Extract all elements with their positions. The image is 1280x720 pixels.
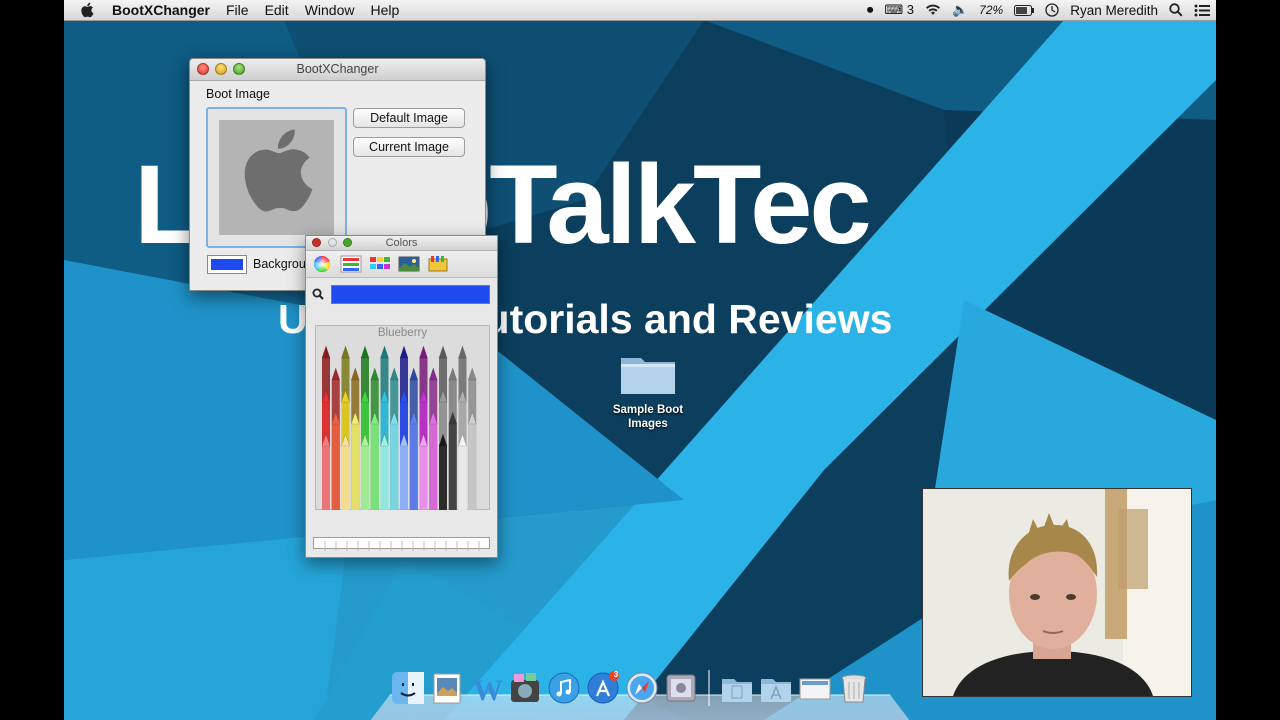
folder-label-line2: Images	[628, 418, 668, 430]
window-title: BootXChanger	[296, 62, 379, 76]
crayon[interactable]	[389, 411, 399, 510]
crayon[interactable]	[419, 433, 428, 510]
webcam-person-image	[923, 489, 1191, 696]
crayon[interactable]	[409, 411, 419, 510]
colors-zoom-button[interactable]	[343, 238, 352, 247]
volume-icon[interactable]: 🔈	[952, 2, 968, 18]
desktop-screen: LaptopTalkTec Updates, Tutorials and Rev…	[64, 0, 1216, 720]
magnifier-icon[interactable]	[312, 288, 324, 300]
color-wheel-icon[interactable]	[311, 254, 333, 274]
current-color-swatch[interactable]	[331, 285, 490, 304]
input-count: 3	[906, 2, 914, 17]
wifi-icon[interactable]	[925, 4, 941, 16]
crayon[interactable]	[370, 411, 380, 510]
crayon-box: Blueberry	[315, 325, 490, 510]
crayon[interactable]	[321, 433, 331, 510]
crayon[interactable]	[448, 411, 458, 510]
crayon[interactable]	[380, 433, 389, 510]
crayon[interactable]	[428, 411, 438, 510]
current-image-button[interactable]: Current Image	[353, 137, 465, 157]
dock: W 3	[390, 670, 872, 710]
menu-bar: BootXChanger File Edit Window Help ⏺ ⌨ 3…	[64, 0, 1216, 21]
trash-icon[interactable]	[836, 670, 872, 706]
color-favorites-bar[interactable]	[313, 537, 490, 551]
applications-stack-icon[interactable]	[758, 670, 794, 706]
battery-percent[interactable]: 72%	[979, 3, 1003, 17]
zoom-button[interactable]	[233, 63, 245, 75]
menu-edit[interactable]: Edit	[257, 2, 297, 18]
notification-center-icon[interactable]	[1194, 4, 1210, 17]
system-preferences-icon[interactable]	[663, 670, 699, 706]
favorites-cells	[324, 541, 480, 551]
crayon[interactable]	[331, 411, 341, 510]
preview-icon[interactable]	[429, 670, 465, 706]
boot-image-well[interactable]	[206, 107, 347, 248]
color-sliders-icon[interactable]	[340, 254, 362, 274]
colors-panel: Colors Blueberry	[305, 235, 498, 558]
color-palettes-icon[interactable]	[369, 254, 391, 274]
crayon[interactable]	[350, 411, 360, 510]
word-icon[interactable]: W	[468, 670, 504, 706]
color-search-row	[306, 285, 497, 307]
folder-icon	[621, 358, 675, 394]
menu-file[interactable]: File	[218, 2, 257, 18]
crayon[interactable]	[341, 433, 350, 510]
dock-separator	[708, 670, 710, 706]
documents-stack-icon[interactable]	[719, 670, 755, 706]
input-menu-icon[interactable]: ⌨ 3	[884, 2, 914, 18]
itunes-icon[interactable]	[546, 670, 582, 706]
window-titlebar[interactable]: BootXChanger	[190, 59, 485, 81]
webcam-overlay	[922, 488, 1192, 697]
minimize-button[interactable]	[215, 63, 227, 75]
crayon[interactable]	[360, 433, 370, 510]
menu-app-name[interactable]: BootXChanger	[104, 2, 218, 18]
finder-icon[interactable]	[390, 670, 426, 706]
background-color-fill	[211, 259, 243, 270]
app-store-badge: 3	[613, 670, 619, 679]
selected-crayon-name: Blueberry	[377, 327, 428, 339]
default-image-button[interactable]: Default Image	[353, 108, 465, 128]
sample-boot-images-folder[interactable]: Sample Boot Images	[604, 352, 692, 431]
safari-icon[interactable]	[624, 670, 660, 706]
colors-titlebar[interactable]: Colors	[306, 236, 497, 251]
background-color-well[interactable]	[207, 255, 247, 274]
colors-close-button[interactable]	[312, 238, 321, 247]
boot-image-label: Boot Image	[206, 87, 270, 101]
iphoto-icon[interactable]	[507, 670, 543, 706]
crayons-icon[interactable]	[427, 254, 449, 274]
svg-text:W: W	[473, 674, 503, 705]
colors-toolbar	[306, 251, 497, 278]
folder-label-line1: Sample Boot	[612, 404, 684, 416]
menu-help[interactable]: Help	[362, 2, 407, 18]
battery-icon[interactable]	[1014, 4, 1035, 16]
apple-menu-icon[interactable]	[80, 2, 94, 18]
crayon[interactable]	[438, 433, 448, 510]
crayon-grid[interactable]	[316, 340, 489, 510]
downloads-stack-icon[interactable]	[797, 670, 833, 706]
apple-logo-icon	[244, 129, 313, 212]
crayon[interactable]	[467, 411, 477, 510]
app-store-icon[interactable]: 3	[585, 670, 621, 706]
spotlight-search-icon[interactable]	[1169, 3, 1183, 17]
time-machine-icon[interactable]	[1045, 3, 1059, 17]
screen-record-icon[interactable]: ⏺	[867, 2, 874, 18]
crayon[interactable]	[458, 433, 467, 510]
user-name[interactable]: Ryan Meredith	[1070, 3, 1158, 18]
colors-title: Colors	[385, 237, 418, 249]
menu-extras: ⏺ ⌨ 3 🔈 72% Ryan Meredith	[867, 0, 1210, 20]
close-button[interactable]	[197, 63, 209, 75]
image-palettes-icon[interactable]	[398, 254, 420, 274]
boot-image-preview	[219, 120, 334, 235]
menu-window[interactable]: Window	[297, 2, 363, 18]
crayon[interactable]	[399, 433, 409, 510]
colors-minimize-button[interactable]	[328, 238, 337, 247]
